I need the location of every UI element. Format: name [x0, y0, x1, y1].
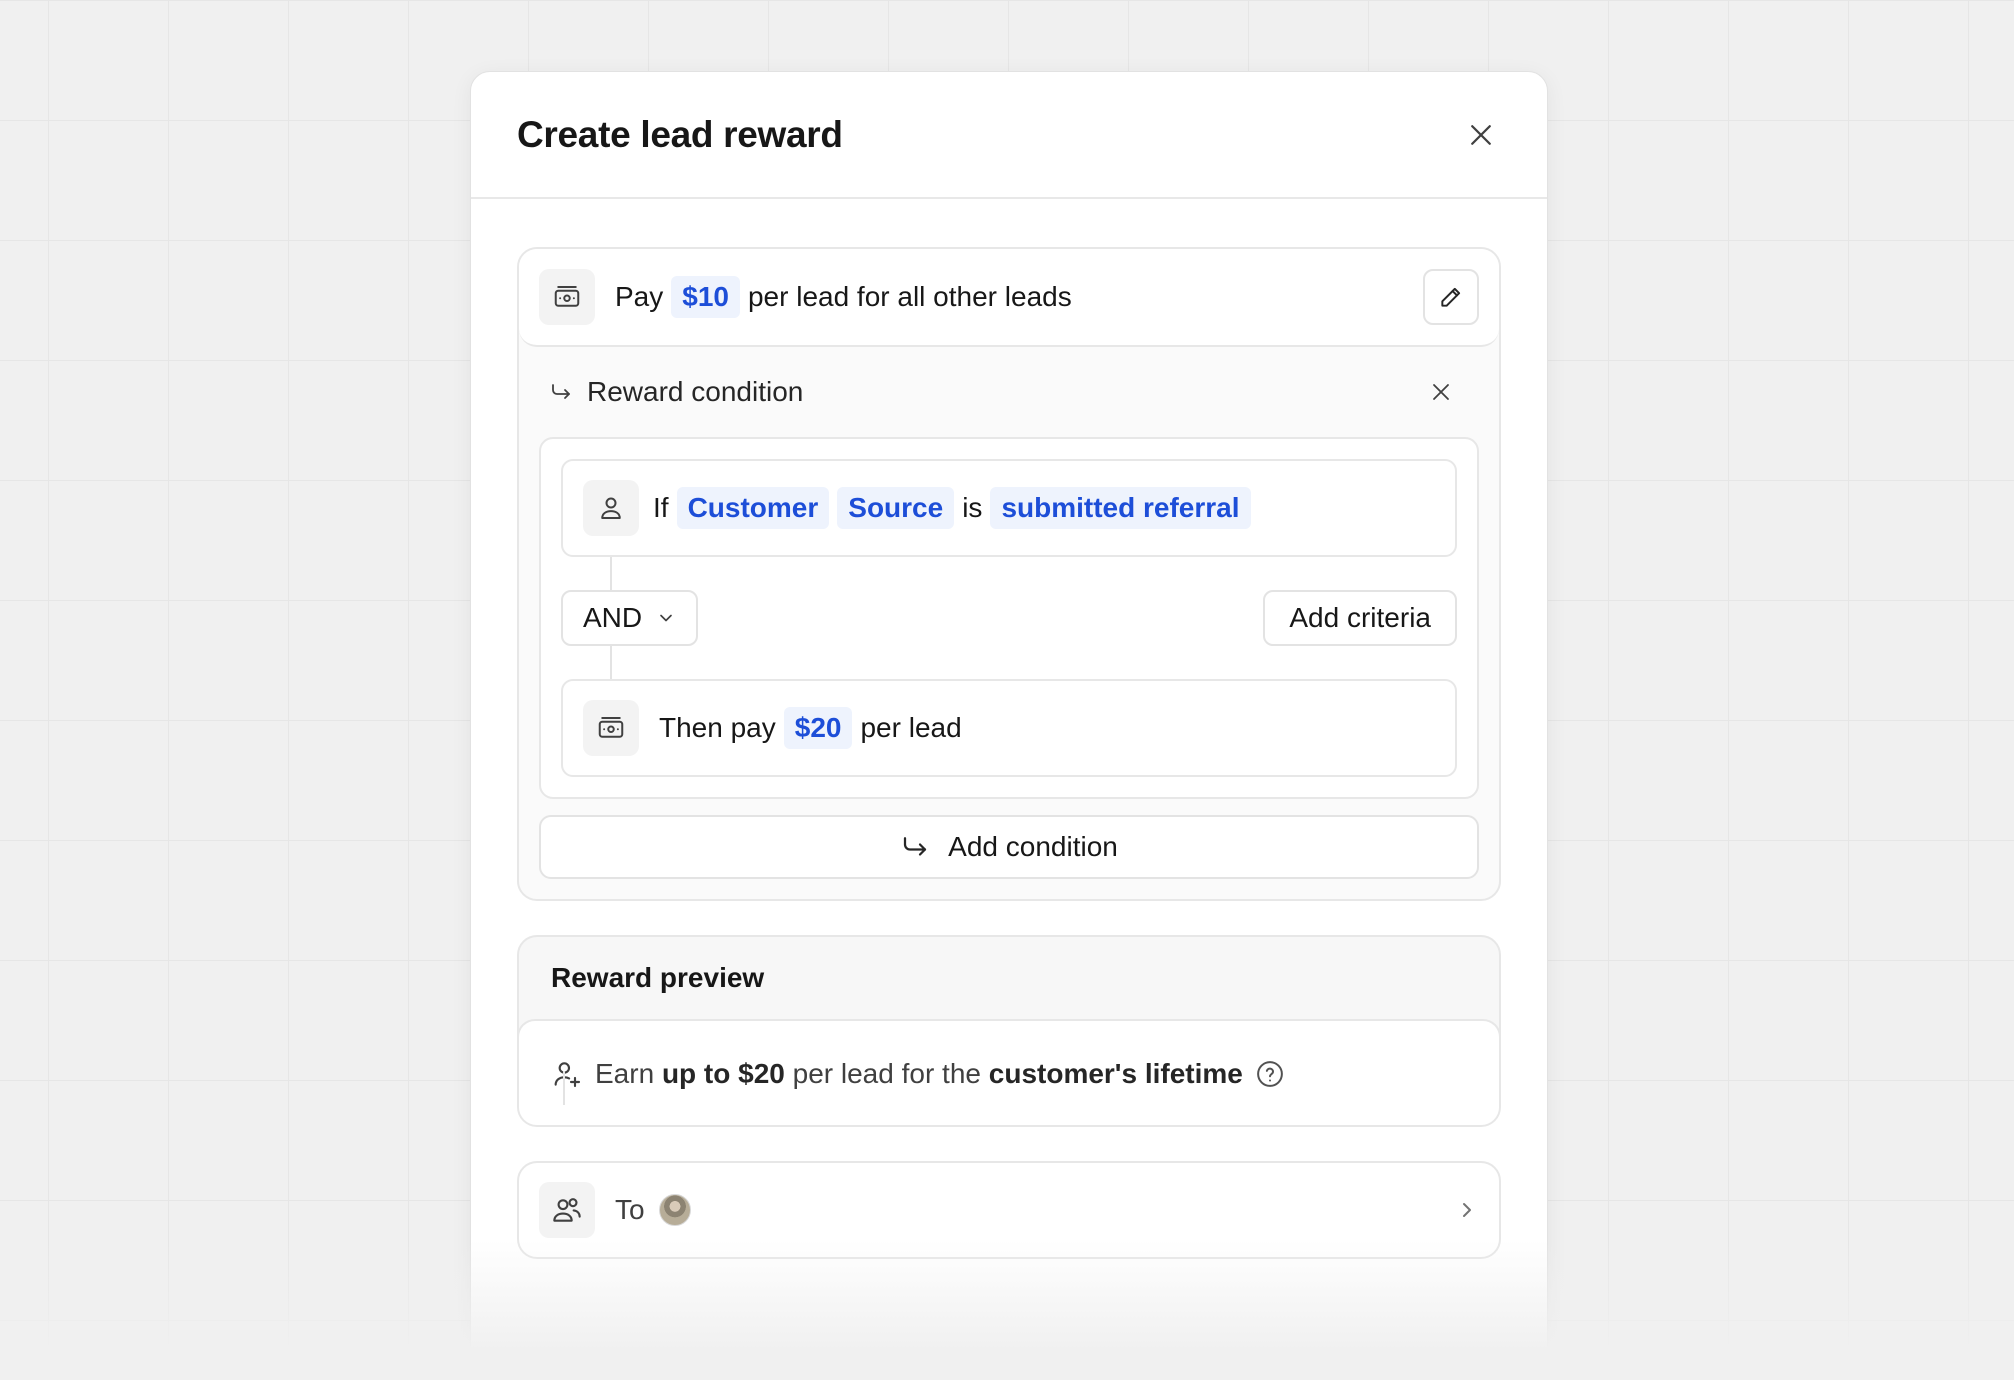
then-pay-row: Then pay $20 per lead	[561, 679, 1457, 777]
help-icon[interactable]	[1255, 1059, 1285, 1089]
add-criteria-button[interactable]: Add criteria	[1263, 590, 1457, 646]
base-reward-row: Pay $10 per lead for all other leads	[519, 249, 1499, 347]
operator-label: is	[962, 492, 983, 523]
create-lead-reward-modal: Create lead reward Pay $10 per lead for …	[470, 71, 1548, 1371]
reward-preview-card: Reward preview Earn up to $20 per lead f…	[517, 935, 1501, 1127]
corner-down-right-icon	[552, 384, 570, 399]
close-icon	[1433, 384, 1449, 400]
chevron-right-icon	[1455, 1198, 1479, 1222]
preview-amount: up to $20	[661, 1058, 785, 1089]
money-icon-box	[539, 269, 595, 325]
earn-label: Earn	[595, 1058, 655, 1089]
close-icon	[1471, 124, 1491, 145]
chevron-down-icon	[660, 614, 672, 622]
condition-title: Reward condition	[587, 376, 804, 407]
logic-operator-select[interactable]: AND	[561, 590, 699, 646]
if-label: If	[653, 492, 669, 523]
reward-condition-section: Reward condition If Customer Source is s…	[519, 347, 1499, 899]
modal-body: Pay $10 per lead for all other leads Rew…	[471, 199, 1547, 1259]
remove-condition-button[interactable]	[1421, 372, 1461, 412]
avatar	[658, 1194, 691, 1226]
connector-line	[563, 1071, 565, 1105]
criteria-row: If Customer Source is submitted referral	[561, 459, 1457, 557]
corner-down-right-icon	[904, 837, 927, 856]
then-amount-pill[interactable]: $20	[783, 707, 853, 749]
condition-box: If Customer Source is submitted referral…	[539, 437, 1479, 799]
base-reward-suffix: per lead for all other leads	[747, 281, 1072, 312]
money-icon	[598, 717, 624, 738]
then-pay-text: Then pay $20 per lead	[659, 707, 962, 749]
edit-reward-button[interactable]	[1423, 269, 1479, 325]
preview-mid: per lead for the	[792, 1058, 981, 1089]
reward-card: Pay $10 per lead for all other leads Rew…	[517, 247, 1501, 901]
entity-pill[interactable]: Customer	[676, 487, 830, 529]
preview-sentence: Earn up to $20 per lead for the customer…	[595, 1058, 1243, 1090]
then-pay-label: Then pay	[659, 712, 776, 743]
attribute-pill[interactable]: Source	[837, 487, 955, 529]
users-icon-box	[539, 1182, 595, 1238]
close-modal-button[interactable]	[1457, 111, 1505, 159]
money-icon	[554, 286, 580, 307]
money-icon-box	[583, 700, 639, 756]
criteria-text: If Customer Source is submitted referral	[653, 487, 1251, 529]
add-condition-button[interactable]: Add condition	[539, 815, 1479, 879]
preview-title: Reward preview	[551, 962, 765, 993]
then-pay-suffix: per lead	[860, 712, 962, 743]
user-plus-icon	[554, 1062, 581, 1088]
modal-title: Create lead reward	[517, 113, 843, 155]
base-amount-pill[interactable]: $10	[671, 276, 740, 318]
value-pill[interactable]: submitted referral	[990, 487, 1251, 529]
users-icon	[553, 1198, 581, 1222]
modal-header: Create lead reward	[471, 72, 1547, 199]
pay-label: Pay	[615, 281, 664, 312]
recipients-row[interactable]: To	[517, 1161, 1501, 1259]
add-condition-label: Add condition	[948, 831, 1118, 862]
preview-duration: customer's lifetime	[988, 1058, 1243, 1089]
user-icon	[601, 497, 621, 519]
user-icon-box	[583, 480, 639, 536]
logic-operator-value: AND	[583, 602, 643, 633]
base-reward-text: Pay $10 per lead for all other leads	[615, 276, 1072, 318]
logic-row: AND Add criteria	[561, 557, 1457, 679]
to-label: To	[615, 1194, 645, 1225]
condition-header: Reward condition	[539, 347, 1479, 437]
pencil-icon	[1441, 287, 1461, 307]
preview-summary: Earn up to $20 per lead for the customer…	[519, 1019, 1499, 1125]
